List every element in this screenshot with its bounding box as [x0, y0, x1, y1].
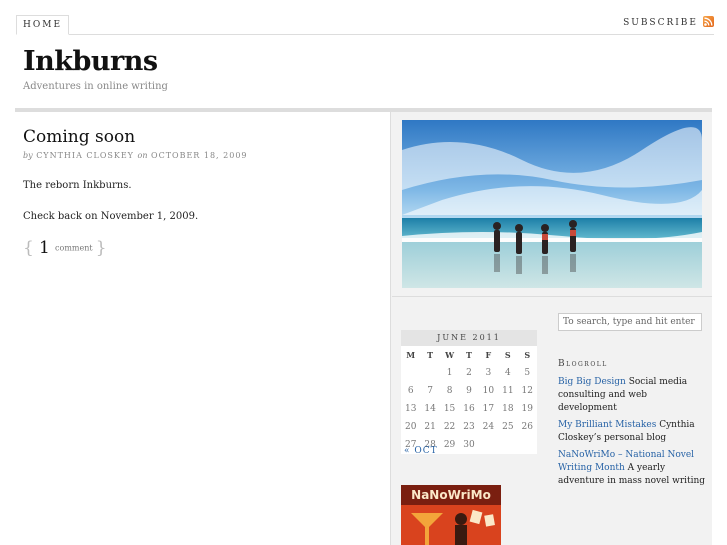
calendar-day: 20 [401, 418, 421, 436]
top-nav-bar: HOME SUBSCRIBE [16, 15, 714, 35]
calendar-day [517, 436, 537, 454]
calendar-day: 6 [401, 382, 421, 400]
calendar-day: 16 [459, 400, 479, 418]
byline-by: by [23, 151, 33, 160]
calendar-day [401, 364, 421, 382]
blogroll-item: NaNoWriMo – National Novel Writing Month… [558, 449, 708, 488]
blogroll-link[interactable]: My Brilliant Mistakes [558, 420, 656, 430]
blogroll-link[interactable]: Big Big Design [558, 377, 626, 387]
calendar-day: 15 [439, 400, 460, 418]
calendar-day [420, 364, 440, 382]
calendar-day: 13 [401, 400, 421, 418]
calendar-day: 3 [478, 364, 499, 382]
calendar-day [478, 436, 499, 454]
calendar-day: 2 [459, 364, 479, 382]
calendar-day [498, 436, 518, 454]
post-date: OCTOBER 18, 2009 [151, 151, 248, 160]
post-author[interactable]: Cynthia Closkey [36, 151, 134, 160]
header-photo [402, 120, 702, 288]
badge-illustration [411, 509, 495, 545]
weekday-label: M [401, 346, 421, 364]
calendar-prev-link[interactable]: « OCT [404, 446, 438, 456]
site-title[interactable]: Inkburns [23, 46, 158, 77]
calendar-day: 26 [517, 418, 537, 436]
calendar-week-row: 6 7 8 9 10 11 12 [401, 382, 537, 400]
post-title[interactable]: Coming soon [23, 127, 135, 147]
post-byline: by Cynthia Closkey on OCTOBER 18, 2009 [23, 151, 248, 160]
calendar-day: 21 [420, 418, 440, 436]
sidebar-separator [392, 296, 712, 297]
calendar-day: 9 [459, 382, 479, 400]
comment-word[interactable]: comment [55, 244, 93, 253]
nanowrimo-badge-text: NaNoWriMo [401, 485, 501, 505]
search-input[interactable] [558, 313, 702, 331]
nanowrimo-badge[interactable]: NaNoWriMo [401, 485, 501, 545]
calendar-week-row: 1 2 3 4 5 [401, 364, 537, 382]
calendar-day: 22 [439, 418, 460, 436]
calendar-week-row: 13 14 15 16 17 18 19 [401, 400, 537, 418]
blogroll-list: Big Big Design Social media consulting a… [558, 376, 708, 492]
comment-count[interactable]: 1 [39, 238, 50, 258]
calendar-week-row: 20 21 22 23 24 25 26 [401, 418, 537, 436]
calendar-day: 24 [478, 418, 499, 436]
calendar-weekday-row: M T W T F S S [401, 346, 537, 364]
nav-home-tab[interactable]: HOME [16, 15, 70, 35]
calendar-day: 8 [439, 382, 460, 400]
brace-left: { [23, 238, 34, 258]
rss-icon[interactable] [703, 16, 714, 27]
weekday-label: S [498, 346, 518, 364]
calendar-day: 7 [420, 382, 440, 400]
comments-link[interactable]: { 1 comment } [23, 238, 107, 258]
column-divider [390, 112, 391, 545]
calendar: JUNE 2011 M T W T F S S 1 2 3 4 5 6 7 8 … [401, 330, 537, 454]
byline-on: on [137, 151, 148, 160]
site-tagline: Adventures in online writing [23, 81, 168, 92]
calendar-day: 18 [498, 400, 518, 418]
calendar-day: 14 [420, 400, 440, 418]
post-paragraph: Check back on November 1, 2009. [23, 211, 199, 222]
calendar-day: 17 [478, 400, 499, 418]
subscribe-link[interactable]: SUBSCRIBE [623, 18, 698, 28]
blogroll-heading: Blogroll [558, 359, 608, 369]
calendar-day: 5 [517, 364, 537, 382]
calendar-day: 25 [498, 418, 518, 436]
weekday-label: T [420, 346, 440, 364]
calendar-day: 10 [478, 382, 499, 400]
calendar-day: 4 [498, 364, 518, 382]
blogroll-item: My Brilliant Mistakes Cynthia Closkey’s … [558, 419, 708, 445]
calendar-day: 12 [517, 382, 537, 400]
calendar-day: 30 [459, 436, 479, 454]
weekday-label: W [439, 346, 460, 364]
calendar-day: 1 [439, 364, 460, 382]
calendar-day: 29 [439, 436, 460, 454]
calendar-day: 23 [459, 418, 479, 436]
weekday-label: F [478, 346, 499, 364]
calendar-caption: JUNE 2011 [401, 330, 537, 346]
brace-right: } [95, 238, 107, 258]
blogroll-item: Big Big Design Social media consulting a… [558, 376, 708, 415]
weekday-label: T [459, 346, 479, 364]
post-paragraph: The reborn Inkburns. [23, 180, 132, 191]
weekday-label: S [517, 346, 537, 364]
calendar-day: 19 [517, 400, 537, 418]
calendar-day: 11 [498, 382, 518, 400]
